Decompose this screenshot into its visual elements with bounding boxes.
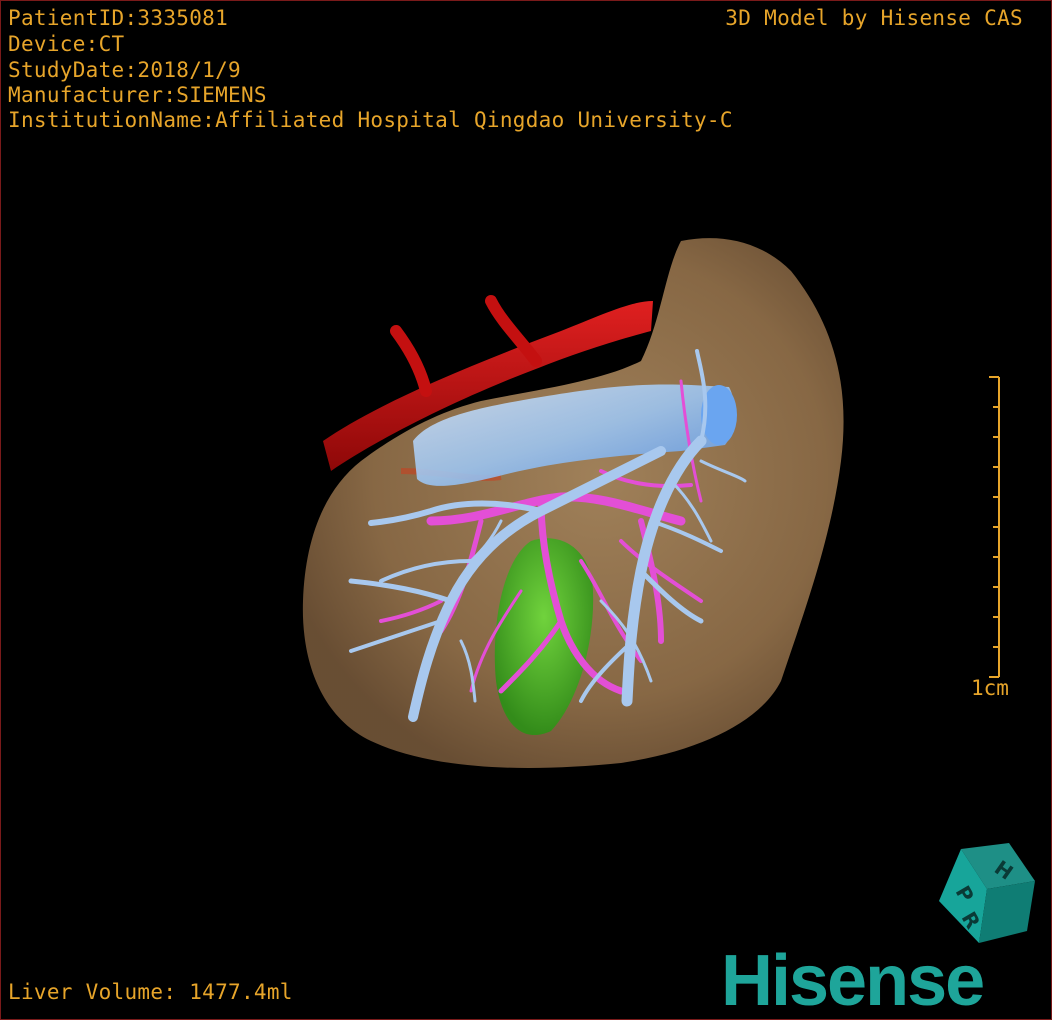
- patient-id-label: PatientID:3335081: [8, 6, 229, 30]
- study-date-label: StudyDate:2018/1/9: [8, 58, 241, 82]
- orientation-cube[interactable]: H P R: [931, 841, 1041, 951]
- scale-bar: [989, 376, 1000, 678]
- hisense-logo: Hisense: [721, 941, 985, 1013]
- device-label: Device:CT: [8, 32, 125, 56]
- institution-label: InstitutionName:Affiliated Hospital Qing…: [8, 108, 733, 132]
- manufacturer-label: Manufacturer:SIEMENS: [8, 83, 267, 107]
- model-credit-label: 3D Model by Hisense CAS: [725, 6, 1023, 30]
- 3d-viewport[interactable]: PatientID:3335081 Device:CT StudyDate:20…: [0, 0, 1052, 1020]
- liver-volume-label: Liver Volume: 1477.4ml: [8, 980, 293, 1004]
- scale-label: 1cm: [971, 676, 1009, 700]
- logo-text: Hisense: [721, 941, 983, 1013]
- liver-3d-model[interactable]: [1, 1, 1051, 1019]
